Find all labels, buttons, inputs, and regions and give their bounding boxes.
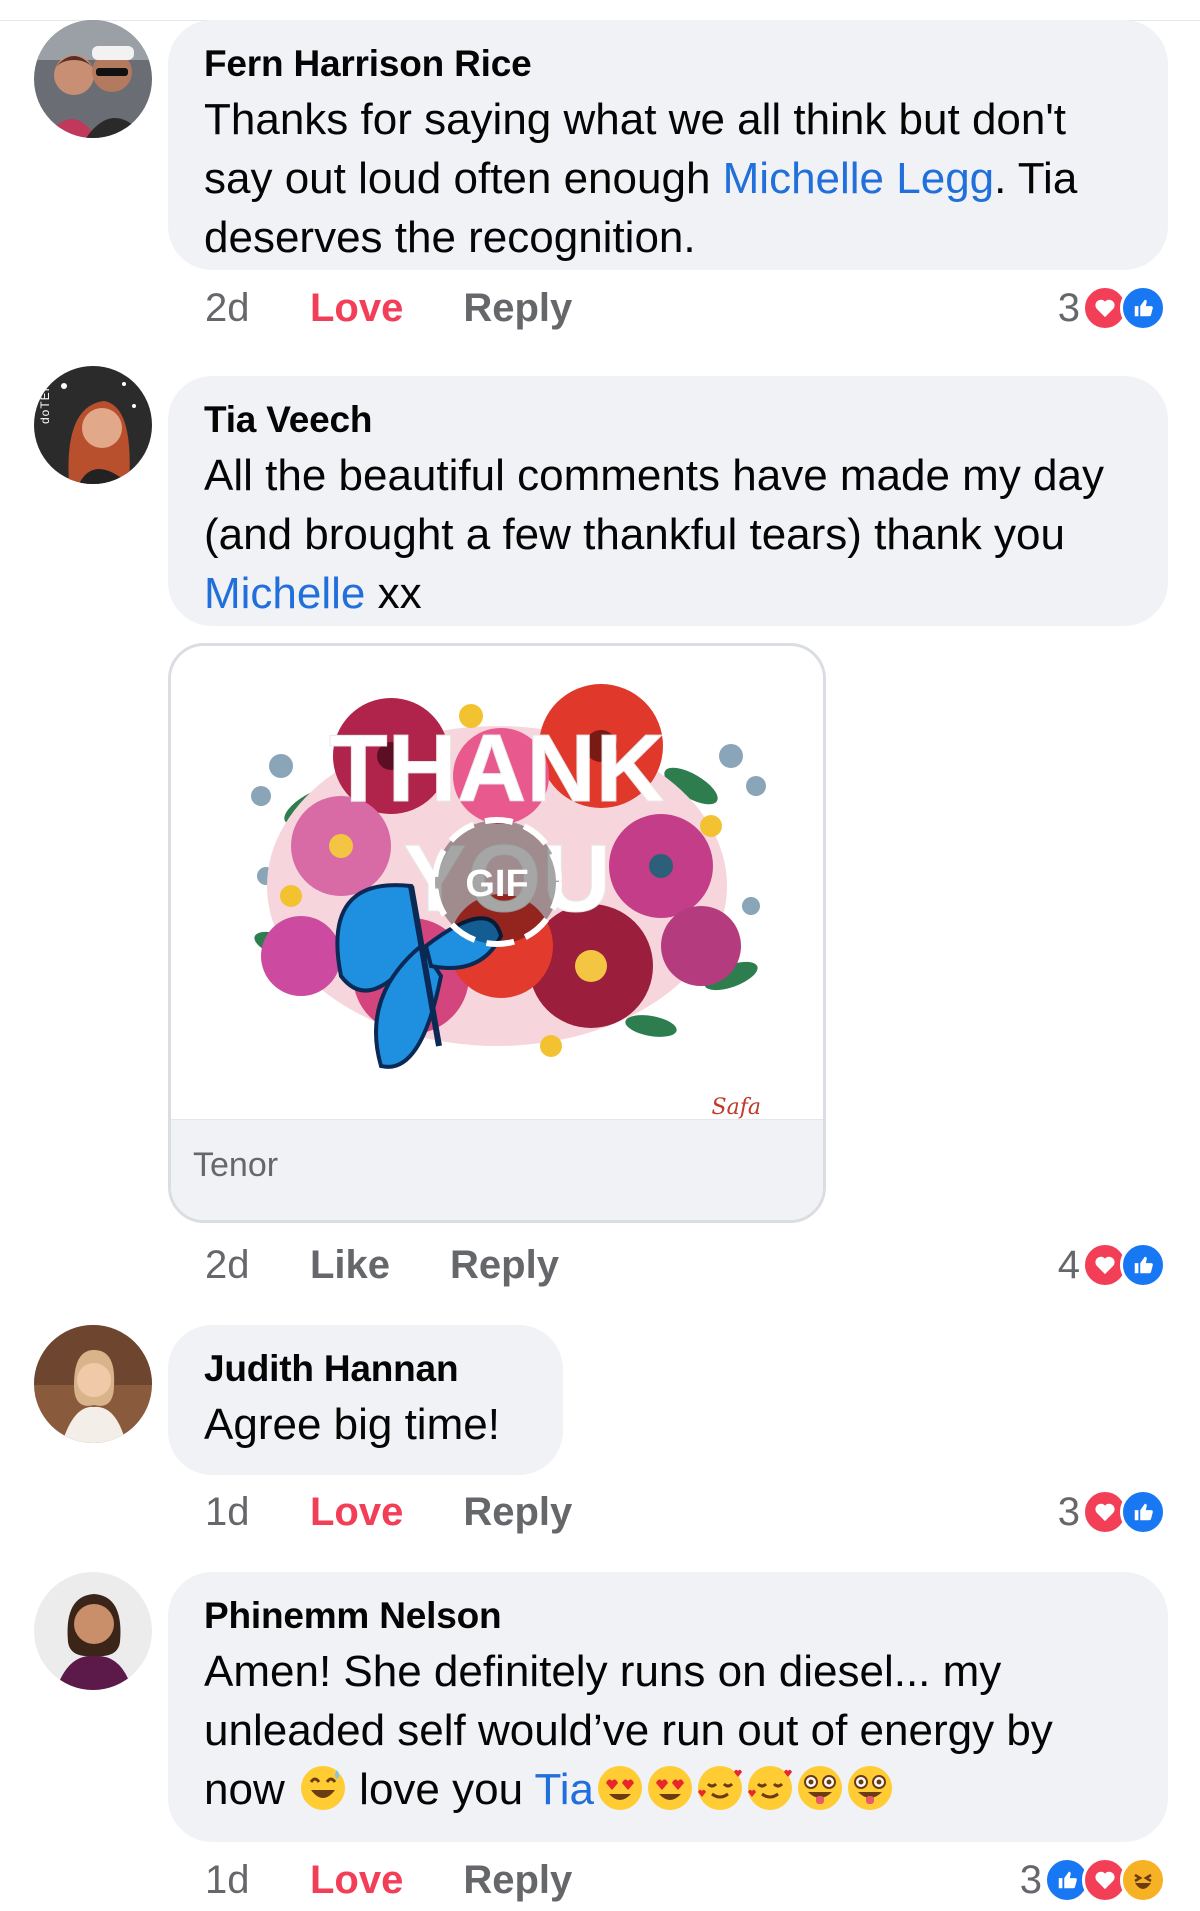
zany-face-emoji-icon <box>848 1766 892 1810</box>
gif-attachment[interactable]: THANK YOU GIF Safa Tenor <box>168 643 826 1223</box>
avatar[interactable] <box>34 1572 152 1690</box>
like-button[interactable]: Like <box>310 1243 390 1288</box>
like-icon <box>1120 1242 1166 1288</box>
comment-bubble: Phinemm Nelson Amen! She definitely runs… <box>168 1572 1168 1842</box>
avatar[interactable] <box>34 20 152 138</box>
reaction-summary[interactable]: 3 <box>1058 1487 1166 1537</box>
reply-button[interactable]: Reply <box>463 1858 572 1903</box>
comment-actions: 1d Love Reply <box>205 1855 572 1905</box>
avatar-couple-icon <box>34 20 152 138</box>
love-button[interactable]: Love <box>310 1490 403 1535</box>
thank-you-flowers-gif: THANK YOU GIF Safa <box>171 646 823 1122</box>
gif-source[interactable]: Tenor <box>193 1146 278 1185</box>
smiling-hearts-emoji-icon <box>748 1766 792 1810</box>
gif-title-line1: THANK <box>329 715 665 822</box>
avatar[interactable] <box>34 1325 152 1443</box>
avatar-woman-icon <box>34 1325 152 1443</box>
avatar[interactable]: doTER <box>34 366 152 484</box>
comment-time[interactable]: 2d <box>205 1243 310 1288</box>
gif-signature: Safa <box>712 1095 761 1120</box>
haha-icon <box>1120 1857 1166 1903</box>
comment-bubble: Judith Hannan Agree big time! <box>168 1325 563 1475</box>
comment-bubble: Fern Harrison Rice Thanks for saying wha… <box>168 20 1168 270</box>
reply-button[interactable]: Reply <box>450 1243 559 1288</box>
comment-text: Amen! She definitely runs on diesel... m… <box>204 1647 1053 1814</box>
reply-button[interactable]: Reply <box>463 1490 572 1535</box>
reply-button[interactable]: Reply <box>463 286 572 331</box>
comment-author[interactable]: Fern Harrison Rice <box>204 42 1132 86</box>
gif-source-bar: Tenor <box>171 1119 823 1220</box>
avatar-woman-icon <box>34 1572 152 1690</box>
comment-author[interactable]: Phinemm Nelson <box>204 1594 1132 1638</box>
comment-actions: 2d Love Reply <box>205 283 572 333</box>
comment-text: Thanks for saying what we all think but … <box>204 95 1078 262</box>
sweat-smile-emoji-icon <box>300 1766 345 1810</box>
gif-badge-label: GIF <box>465 863 528 905</box>
comment-time[interactable]: 2d <box>205 286 310 331</box>
reaction-summary[interactable]: 4 <box>1058 1240 1166 1290</box>
mention-link[interactable]: Michelle Legg <box>723 154 995 203</box>
reaction-count: 3 <box>1057 1489 1080 1534</box>
heart-eyes-emoji-icon <box>598 1766 642 1810</box>
gif-play-badge: GIF <box>432 817 562 947</box>
comment-author[interactable]: Judith Hannan <box>204 1347 527 1391</box>
like-icon <box>1120 1489 1166 1535</box>
comment-text: All the beautiful comments have made my … <box>204 451 1105 618</box>
avatar-badge: doTER <box>38 381 52 424</box>
emoji-row <box>594 1765 894 1814</box>
comment-time[interactable]: 1d <box>205 1490 310 1535</box>
love-button[interactable]: Love <box>310 1858 403 1903</box>
comment-actions: 2d Like Reply <box>205 1240 559 1290</box>
reaction-count: 3 <box>1019 1857 1042 1902</box>
mention-link[interactable]: Tia <box>535 1765 595 1814</box>
like-icon <box>1120 285 1166 331</box>
smiling-hearts-emoji-icon <box>698 1766 742 1810</box>
reaction-summary[interactable]: 3 <box>1020 1855 1166 1905</box>
comment-author[interactable]: Tia Veech <box>204 398 1132 442</box>
heart-eyes-emoji-icon <box>648 1766 692 1810</box>
love-button[interactable]: Love <box>310 286 403 331</box>
reaction-summary[interactable]: 3 <box>1058 283 1166 333</box>
comment-time[interactable]: 1d <box>205 1858 310 1903</box>
comment-bubble: Tia Veech All the beautiful comments hav… <box>168 376 1168 626</box>
comment-actions: 1d Love Reply <box>205 1487 572 1537</box>
reaction-count: 3 <box>1057 285 1080 330</box>
comment-text: Agree big time! <box>204 1400 500 1449</box>
mention-link[interactable]: Michelle <box>204 569 365 618</box>
reaction-count: 4 <box>1057 1242 1080 1287</box>
zany-face-emoji-icon <box>798 1766 842 1810</box>
